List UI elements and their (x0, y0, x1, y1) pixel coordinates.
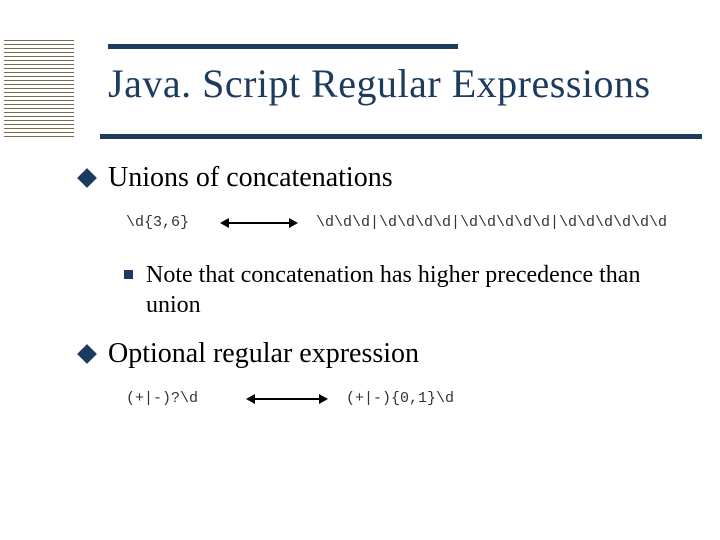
code-row-unions: \d{3,6} \d\d\d|\d\d\d\d|\d\d\d\d\d|\d\d\… (126, 208, 690, 242)
slide: Java. Script Regular Expressions Unions … (0, 0, 720, 540)
bullet-precedence-text: Note that concatenation has higher prece… (146, 262, 640, 318)
title-top-rule (108, 44, 458, 49)
square-bullet-icon (124, 270, 133, 279)
code-optional-left: (+|-)?\d (126, 390, 198, 407)
bullet-unions-text: Unions of concatenations (108, 162, 393, 193)
slide-body: Unions of concatenations \d{3,6} \d\d\d|… (80, 162, 690, 436)
diamond-bullet-icon (77, 168, 97, 188)
bullet-unions: Unions of concatenations (80, 162, 690, 194)
bullet-optional: Optional regular expression (80, 338, 690, 370)
bullet-optional-text: Optional regular expression (108, 338, 419, 369)
bullet-precedence: Note that concatenation has higher prece… (124, 260, 690, 320)
code-unions-right: \d\d\d|\d\d\d\d|\d\d\d\d\d|\d\d\d\d\d\d (316, 214, 667, 231)
code-optional-right: (+|-){0,1}\d (346, 390, 454, 407)
slide-title: Java. Script Regular Expressions (108, 60, 700, 107)
code-unions-left: \d{3,6} (126, 214, 189, 231)
diamond-bullet-icon (77, 344, 97, 364)
decorative-stripes (4, 40, 74, 140)
title-underline (100, 134, 702, 139)
code-row-optional: (+|-)?\d (+|-){0,1}\d (126, 384, 690, 418)
